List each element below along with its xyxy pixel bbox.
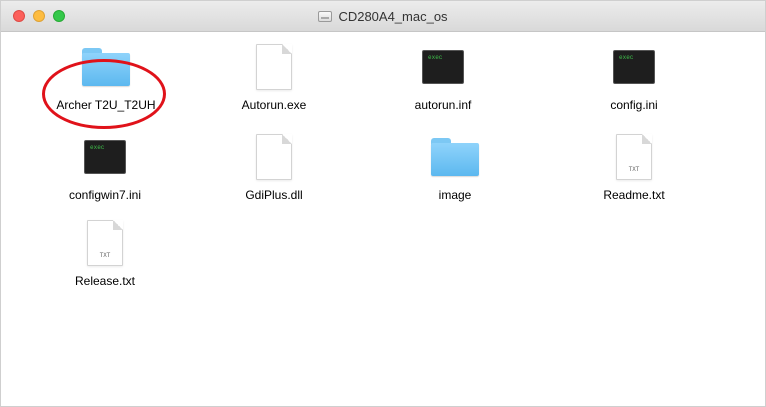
text-document-icon: TXT <box>87 220 123 266</box>
file-label: configwin7.ini <box>68 188 142 202</box>
file-label: Autorun.exe <box>241 98 307 112</box>
file-item-archer-folder[interactable]: Archer T2U_T2UH <box>31 38 181 133</box>
window-title-text: CD280A4_mac_os <box>338 8 448 24</box>
file-item-config-ini[interactable]: exec config.ini <box>559 38 709 133</box>
file-label: image <box>438 188 472 202</box>
file-label: GdiPlus.dll <box>245 188 303 202</box>
file-item-configwin7-ini[interactable]: exec configwin7.ini <box>30 128 180 223</box>
terminal-icon: exec <box>613 50 655 84</box>
terminal-icon: exec <box>84 140 126 174</box>
file-label: Readme.txt <box>603 188 665 202</box>
file-label: autorun.inf <box>414 98 472 112</box>
file-item-readme-txt[interactable]: TXT Readme.txt <box>559 128 709 223</box>
file-item-autorun-inf[interactable]: exec autorun.inf <box>368 38 518 133</box>
finder-window: CD280A4_mac_os Archer T2U_T2UH Autorun.e… <box>0 0 766 407</box>
file-item-release-txt[interactable]: TXT Release.txt <box>30 214 180 309</box>
folder-icon <box>82 48 130 86</box>
file-grid: Archer T2U_T2UH Autorun.exe exec autorun… <box>1 32 765 406</box>
disk-icon <box>318 10 333 22</box>
file-label: config.ini <box>610 98 658 112</box>
text-document-icon: TXT <box>616 134 652 180</box>
file-label: Archer T2U_T2UH <box>56 98 156 112</box>
file-item-autorun-exe[interactable]: Autorun.exe <box>199 38 349 133</box>
window-title: CD280A4_mac_os <box>1 1 765 31</box>
title-bar[interactable]: CD280A4_mac_os <box>1 1 765 32</box>
document-icon <box>256 44 292 90</box>
file-label: Release.txt <box>74 274 136 288</box>
document-icon <box>256 134 292 180</box>
file-item-image-folder[interactable]: image <box>380 128 530 223</box>
file-item-gdiplus-dll[interactable]: GdiPlus.dll <box>199 128 349 223</box>
terminal-icon: exec <box>422 50 464 84</box>
folder-icon <box>431 138 479 176</box>
